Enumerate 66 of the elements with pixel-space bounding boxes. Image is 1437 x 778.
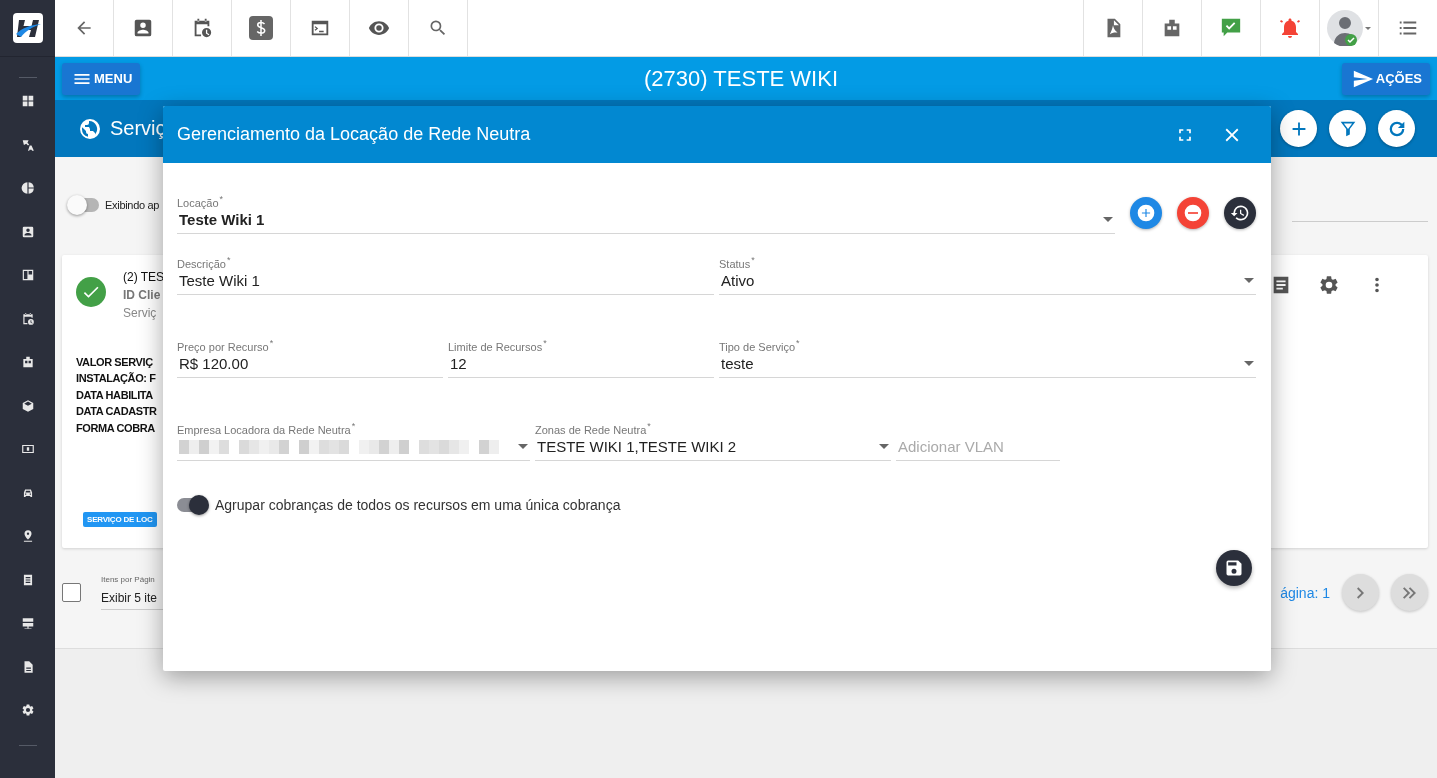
client-id: ID Clie: [123, 288, 162, 302]
cube-icon[interactable]: [20, 398, 35, 413]
detail-line: VALOR SERVIÇ: [76, 356, 153, 368]
plus-icon: [1136, 203, 1156, 223]
dashboard-icon[interactable]: [20, 94, 35, 108]
toggle-label: Exibindo ap: [105, 199, 160, 211]
save-button[interactable]: [1216, 550, 1252, 586]
toggle-switch[interactable]: [69, 198, 99, 212]
page-title: (2730) TESTE WIKI: [643, 65, 839, 92]
tools-icon[interactable]: [20, 137, 35, 152]
caret-icon[interactable]: [1365, 26, 1371, 30]
input-field[interactable]: 12: [448, 350, 714, 378]
dialog-title: Gerenciamento da Locação de Rede Neutra: [177, 124, 532, 145]
field-label: Zonas de Rede Neutra$^{*}$: [535, 420, 652, 433]
refresh-button[interactable]: [1378, 110, 1415, 147]
calendar-clock-icon[interactable]: [20, 311, 35, 326]
history-button[interactable]: [1224, 197, 1256, 229]
select-field[interactable]: TESTE WIKI 1,TESTE WIKI 2: [535, 433, 891, 461]
settings-icon[interactable]: [1318, 274, 1340, 296]
avatar-icon[interactable]: [1327, 10, 1363, 46]
add-button[interactable]: [1130, 197, 1162, 229]
field-label: Itens por Págin: [101, 575, 156, 584]
save-icon: [1224, 558, 1244, 578]
section-title: Serviç: [110, 117, 166, 140]
field-label: Status$^{*}$: [719, 254, 756, 267]
caret-icon: [1103, 217, 1113, 222]
search-icon[interactable]: [428, 18, 448, 38]
field-label: Limite de Recursos$^{*}$: [448, 337, 548, 350]
caret-icon: [1244, 278, 1254, 283]
money-icon[interactable]: [20, 442, 35, 456]
logo-icon[interactable]: [12, 13, 43, 43]
server-icon[interactable]: [20, 616, 35, 630]
detail-line: DATA HABILITA: [76, 388, 153, 401]
toggle-label: Agrupar cobranças de todos os recursos em uma única cobrança: [215, 497, 621, 513]
board-icon[interactable]: [20, 268, 35, 282]
detail-line: FORMA COBRA: [76, 421, 155, 434]
double-chevron-icon: [1403, 586, 1416, 599]
bell-icon[interactable]: [1278, 16, 1302, 40]
menu-button[interactable]: MENU: [62, 62, 141, 95]
service-name: Serviç: [123, 306, 158, 320]
toggle-switch[interactable]: [177, 498, 207, 512]
last-page-button[interactable]: [1391, 574, 1428, 611]
globe-icon: [78, 116, 102, 141]
input-field[interactable]: Adicionar VLAN: [896, 433, 1060, 461]
page-label: ágina: 1: [1280, 584, 1330, 601]
add-button[interactable]: [1280, 110, 1317, 147]
dollar-icon[interactable]: [249, 16, 273, 40]
actions-button[interactable]: AÇÕES: [1341, 62, 1430, 95]
select-field[interactable]: Ativo: [719, 267, 1256, 295]
history-icon: [1230, 203, 1250, 223]
card-title: (2) TES: [123, 270, 165, 284]
caret-icon: [518, 444, 528, 449]
select-all-checkbox[interactable]: [62, 583, 81, 602]
detail-line: DATA CADASTR: [76, 405, 157, 418]
minus-icon: [1183, 203, 1203, 223]
settings-icon[interactable]: [20, 703, 35, 717]
chevron-icon: [1357, 586, 1364, 599]
contact-icon[interactable]: [132, 17, 154, 39]
service-tag: SERVIÇO DE LOC: [83, 512, 157, 527]
remove-button[interactable]: [1177, 197, 1209, 229]
caret-icon: [1244, 361, 1254, 366]
filter-button[interactable]: [1329, 110, 1366, 147]
pie-chart-icon[interactable]: [20, 181, 35, 195]
detail-line: INSTALAÇÃO: F: [76, 372, 156, 385]
caret-icon: [879, 444, 889, 449]
contact-card-icon[interactable]: [20, 224, 35, 239]
